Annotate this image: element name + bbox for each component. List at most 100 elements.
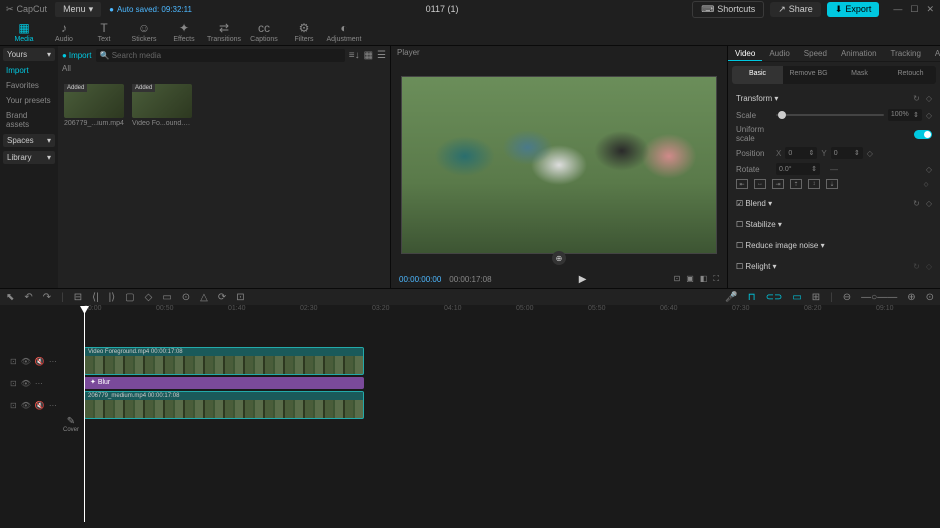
keyframe-icon[interactable]: ◇ bbox=[920, 179, 932, 189]
view-icon[interactable]: ▦ bbox=[364, 50, 373, 61]
pos-x-input[interactable]: 0⇕ bbox=[785, 147, 817, 159]
import-button[interactable]: ● Import bbox=[62, 51, 92, 60]
align-top-icon[interactable]: ⇡ bbox=[790, 179, 802, 189]
mirror-icon[interactable]: △ bbox=[200, 292, 208, 303]
zoom-out-icon[interactable]: ⊖ bbox=[843, 292, 851, 303]
search-input[interactable]: 🔍 Search media bbox=[96, 49, 345, 62]
tool-adjustment[interactable]: ◐Adjustment bbox=[324, 18, 364, 45]
undo-icon[interactable]: ↶ bbox=[24, 292, 32, 303]
relight-header[interactable]: ☐ Relight ▾↻◇ bbox=[736, 260, 932, 273]
delete-icon[interactable]: ▢ bbox=[125, 292, 134, 303]
pos-y-input[interactable]: 0⇕ bbox=[831, 147, 863, 159]
keyframe-icon[interactable]: ◇ bbox=[926, 94, 932, 103]
track-lock-icon[interactable]: ⊡ bbox=[10, 379, 17, 388]
keyframe-icon[interactable]: ◇ bbox=[926, 111, 932, 120]
play-button[interactable]: ▶ bbox=[500, 274, 666, 285]
zoom-in-icon[interactable]: ⊕ bbox=[907, 292, 915, 303]
player-share-icon[interactable]: ⊕ bbox=[552, 251, 566, 265]
redo-icon[interactable]: ↷ bbox=[43, 292, 51, 303]
sidebar-brand[interactable]: Brand assets bbox=[0, 108, 58, 132]
pointer-tool-icon[interactable]: ⬉ bbox=[6, 292, 14, 303]
mask-icon[interactable]: ▭ bbox=[162, 292, 171, 303]
blend-header[interactable]: ☑ Blend ▾↻◇ bbox=[736, 197, 932, 210]
align-right-icon[interactable]: ⇥ bbox=[772, 179, 784, 189]
menu-button[interactable]: Menu ▾ bbox=[55, 2, 101, 17]
tool-filters[interactable]: ⚙Filters bbox=[284, 18, 324, 45]
scale-value[interactable]: 100%⇕ bbox=[888, 109, 922, 121]
ratio-icon[interactable]: ▣ bbox=[686, 274, 694, 284]
cover-button[interactable]: Cover bbox=[62, 416, 80, 433]
share-button[interactable]: ↗ Share bbox=[770, 2, 821, 17]
media-clip[interactable]: Added 206779_...ium.mp4 bbox=[64, 84, 124, 127]
maximize-icon[interactable]: ☐ bbox=[910, 4, 918, 15]
yours-dropdown[interactable]: Yours▾ bbox=[3, 48, 55, 61]
mic-icon[interactable]: 🎤 bbox=[725, 292, 737, 303]
tool-captions[interactable]: ccCaptions bbox=[244, 18, 284, 45]
sidebar-favorites[interactable]: Favorites bbox=[0, 78, 58, 93]
fit-icon[interactable]: ⊙ bbox=[926, 292, 934, 303]
track-visible-icon[interactable]: 👁 bbox=[21, 401, 31, 410]
tool-transitions[interactable]: ⇄Transitions bbox=[204, 18, 244, 45]
sidebar-import[interactable]: Import bbox=[0, 63, 58, 78]
fullscreen-icon[interactable]: ⛶ bbox=[713, 274, 719, 284]
tool-media[interactable]: ▦Media bbox=[4, 18, 44, 45]
shortcuts-button[interactable]: ⌨ Shortcuts bbox=[692, 1, 764, 18]
align-center-icon[interactable]: ↔ bbox=[754, 179, 766, 189]
align-middle-icon[interactable]: ↕ bbox=[808, 179, 820, 189]
keyframe-icon[interactable]: ◇ bbox=[867, 149, 873, 158]
scale-slider[interactable] bbox=[776, 114, 884, 116]
timeline-ruler[interactable]: 00:00 00:50 01:40 02:30 03:20 04:10 05:0… bbox=[62, 305, 940, 317]
playhead[interactable] bbox=[84, 306, 85, 522]
tab-audio[interactable]: Audio bbox=[762, 46, 796, 61]
link-icon[interactable]: ⊂⊃ bbox=[766, 292, 783, 303]
uniform-toggle[interactable] bbox=[914, 130, 932, 139]
zoom-slider[interactable]: —○—— bbox=[861, 292, 897, 303]
denoise-header[interactable]: ☐ Reduce image noise ▾ bbox=[736, 239, 932, 252]
media-clip[interactable]: Added Video Fo...ound.mp4 bbox=[132, 84, 192, 127]
timeline-clip[interactable]: 206779_medium.mp4 00:00:17:08 bbox=[84, 391, 364, 419]
compare-icon[interactable]: ◧ bbox=[700, 274, 708, 284]
rotate-input[interactable]: 0.0°⇕ bbox=[776, 163, 820, 175]
track-visible-icon[interactable]: 👁 bbox=[21, 379, 31, 388]
transform-header[interactable]: Transform ▾↻◇ bbox=[736, 92, 932, 105]
rotate-icon[interactable]: ⟳ bbox=[218, 292, 226, 303]
library-dropdown[interactable]: Library▾ bbox=[3, 151, 55, 164]
subtab-removebg[interactable]: Remove BG bbox=[783, 66, 834, 84]
tab-animation[interactable]: Animation bbox=[834, 46, 884, 61]
preview-icon[interactable]: ▭ bbox=[792, 292, 801, 303]
filter-icon[interactable]: ☰ bbox=[377, 50, 386, 61]
track-visible-icon[interactable]: 👁 bbox=[21, 357, 31, 366]
snap-icon[interactable]: ⊞ bbox=[812, 292, 820, 303]
right-split-icon[interactable]: |⟩ bbox=[109, 292, 116, 303]
reset-icon[interactable]: ↻ bbox=[913, 94, 920, 103]
tool-effects[interactable]: ✦Effects bbox=[164, 18, 204, 45]
minimize-icon[interactable]: — bbox=[893, 4, 902, 15]
tab-tracking[interactable]: Tracking bbox=[884, 46, 928, 61]
sidebar-presets[interactable]: Your presets bbox=[0, 93, 58, 108]
crop-icon[interactable]: ◇ bbox=[145, 292, 153, 303]
track-lock-icon[interactable]: ⊡ bbox=[10, 401, 17, 410]
tab-video[interactable]: Video bbox=[728, 46, 762, 61]
keyframe-icon[interactable]: ◇ bbox=[926, 165, 932, 174]
align-bottom-icon[interactable]: ⇣ bbox=[826, 179, 838, 189]
split-icon[interactable]: ⊟ bbox=[74, 292, 82, 303]
left-split-icon[interactable]: ⟨| bbox=[92, 292, 99, 303]
crop2-icon[interactable]: ⊡ bbox=[236, 292, 244, 303]
quality-icon[interactable]: ⊡ bbox=[674, 274, 681, 284]
close-icon[interactable]: ✕ bbox=[926, 4, 934, 15]
tab-adjustment[interactable]: Adjustment bbox=[928, 46, 940, 61]
export-button[interactable]: ⬇ Export bbox=[827, 2, 880, 17]
track-mute-icon[interactable]: 🔇 bbox=[35, 401, 45, 410]
tool-audio[interactable]: ♪Audio bbox=[44, 18, 84, 45]
magnet-icon[interactable]: ⊓ bbox=[748, 292, 756, 303]
align-left-icon[interactable]: ⇤ bbox=[736, 179, 748, 189]
player-viewport[interactable]: ⊕ bbox=[401, 76, 717, 254]
subtab-mask[interactable]: Mask bbox=[834, 66, 885, 84]
stabilize-header[interactable]: ☐ Stabilize ▾ bbox=[736, 218, 932, 231]
timeline-clip[interactable]: Video Foreground.mp4 00:00:17:08 bbox=[84, 347, 364, 375]
track-lock-icon[interactable]: ⊡ bbox=[10, 357, 17, 366]
tool-stickers[interactable]: ☺Stickers bbox=[124, 18, 164, 45]
tab-speed[interactable]: Speed bbox=[797, 46, 834, 61]
subtab-basic[interactable]: Basic bbox=[732, 66, 783, 84]
tab-all[interactable]: All bbox=[62, 64, 71, 73]
